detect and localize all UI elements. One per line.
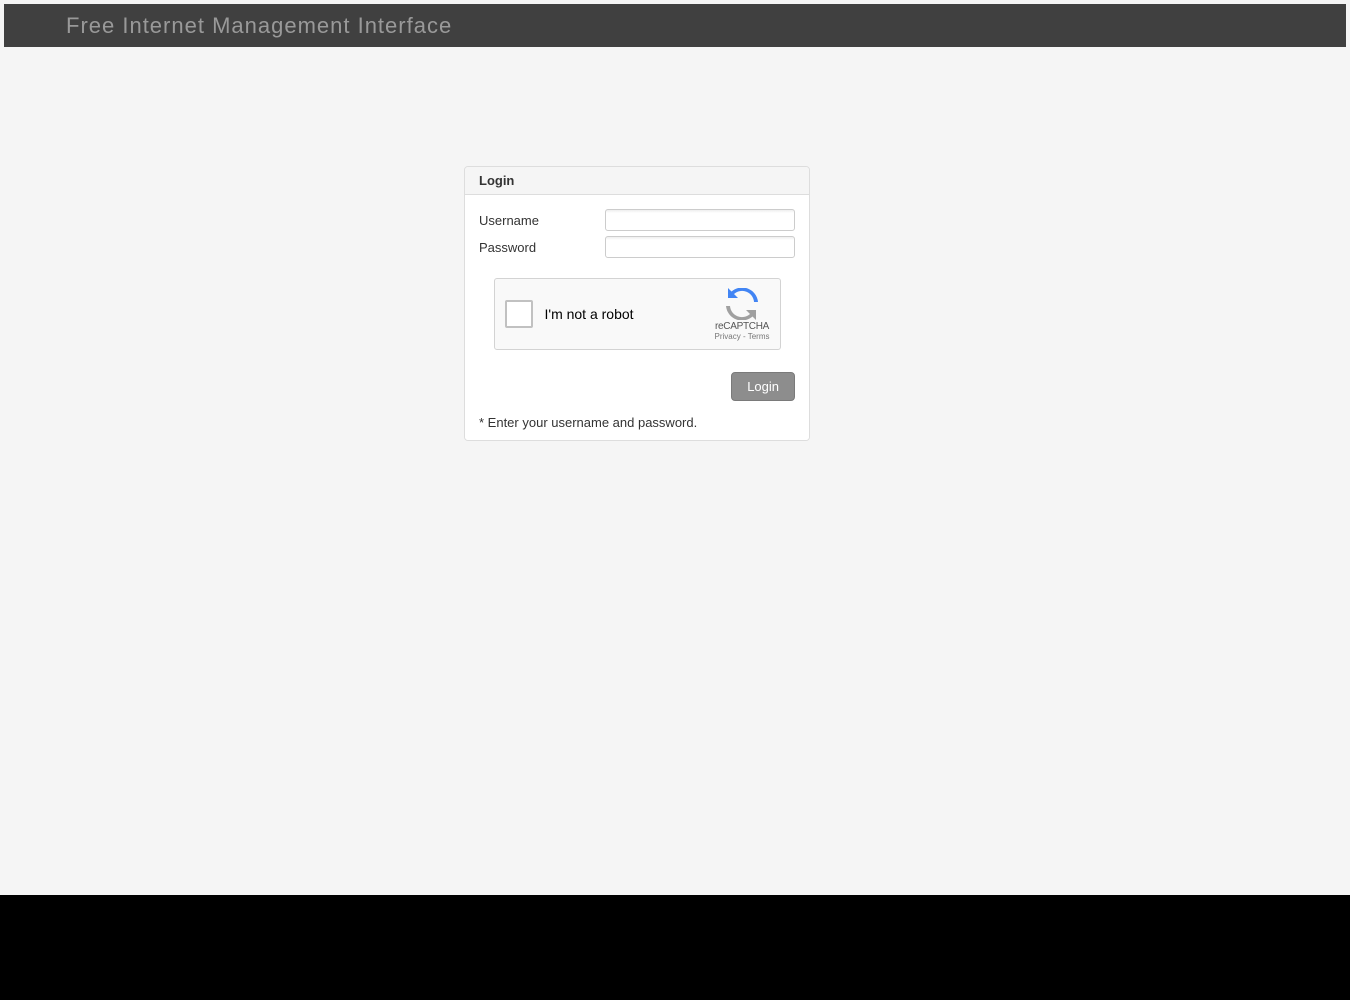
recaptcha-separator: - [741,332,748,341]
password-input[interactable] [605,236,795,258]
bottom-bar [0,895,1350,1000]
panel-body: Username Password I'm not a robot reCAPT… [465,195,809,415]
app-title: Free Internet Management Interface [66,13,452,39]
username-row: Username [479,209,795,231]
recaptcha-text: I'm not a robot [545,306,634,322]
panel-footer: * Enter your username and password. [465,415,809,440]
recaptcha-links: Privacy - Terms [715,332,770,341]
recaptcha-brand-label: reCAPTCHA [715,321,769,332]
recaptcha-checkbox[interactable] [505,300,533,328]
login-panel: Login Username Password I'm not a robot [464,166,810,441]
password-label: Password [479,240,605,255]
header-bar: Free Internet Management Interface [4,4,1346,47]
recaptcha-terms-link[interactable]: Terms [748,332,770,341]
password-row: Password [479,236,795,258]
recaptcha-branding: reCAPTCHA Privacy - Terms [715,288,770,341]
recaptcha-privacy-link[interactable]: Privacy [715,332,741,341]
recaptcha-icon [726,288,758,320]
login-button[interactable]: Login [731,372,795,401]
username-input[interactable] [605,209,795,231]
recaptcha-widget: I'm not a robot reCAPTCHA Privacy - Term… [494,278,781,350]
username-label: Username [479,213,605,228]
button-row: Login [479,372,795,401]
panel-title: Login [465,167,809,195]
